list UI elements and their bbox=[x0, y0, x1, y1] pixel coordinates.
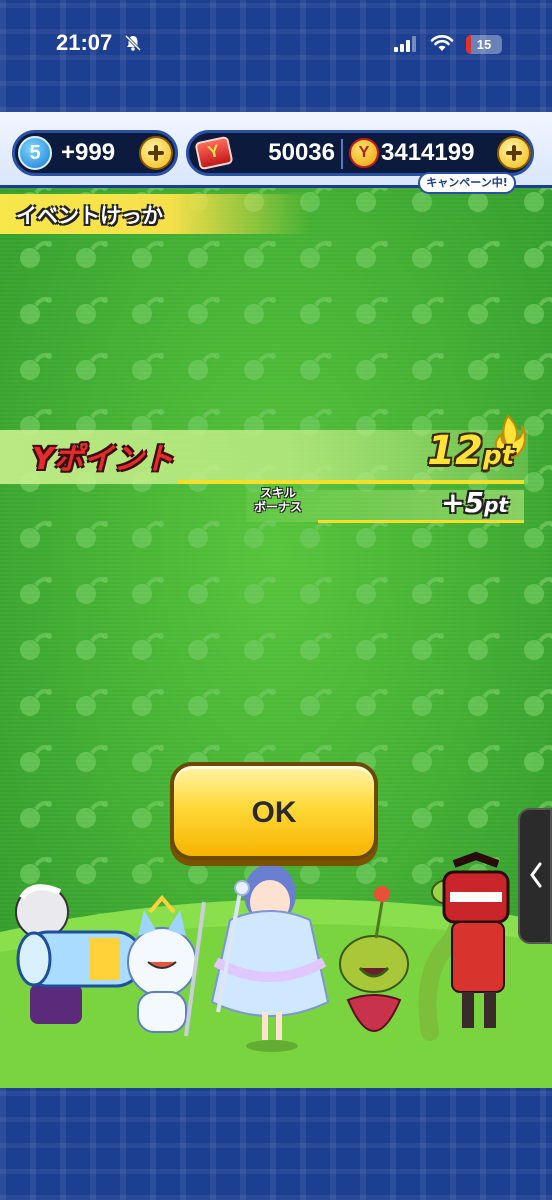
bell-slash-icon bbox=[124, 34, 142, 52]
red-mask-yokai bbox=[442, 851, 510, 1028]
ticket-icon: Y bbox=[194, 135, 234, 171]
status-bar: 21:07 15 bbox=[0, 0, 552, 90]
currency-display: Y 50036 Y 3414199 bbox=[186, 130, 534, 176]
ok-button-label: OK bbox=[251, 796, 297, 829]
status-time: 21:07 bbox=[56, 30, 113, 55]
ypoint-underline bbox=[178, 480, 524, 484]
ypoint-value: 12pt bbox=[427, 428, 514, 474]
stamina-value: +999 bbox=[61, 139, 116, 166]
ok-button[interactable]: OK bbox=[170, 762, 378, 860]
battery-icon: 15 bbox=[466, 35, 502, 54]
add-money-button[interactable] bbox=[497, 136, 531, 170]
skill-bonus-value: +5pt bbox=[441, 486, 508, 519]
bottom-frame bbox=[0, 1088, 552, 1200]
skill-bonus-label-line2: ボーナス bbox=[253, 500, 302, 514]
money-icon-letter: Y bbox=[358, 144, 370, 161]
side-drawer-handle[interactable] bbox=[518, 808, 552, 944]
ticket-value: 50036 bbox=[268, 139, 335, 166]
game-screen: 5 +999 Y 50036 Y 3414199 キャンペーン中! イベントけっ… bbox=[0, 112, 552, 1088]
money-icon: Y bbox=[349, 138, 379, 168]
plant-yokai bbox=[339, 886, 409, 1032]
event-result-header: イベントけっか bbox=[0, 194, 310, 234]
stamina-level-badge: 5 bbox=[18, 136, 52, 170]
cannon-yokai bbox=[15, 884, 144, 1024]
cellular-signal-icon bbox=[394, 36, 416, 52]
skill-bonus-number: +5 bbox=[441, 486, 485, 519]
skill-bonus-unit: pt bbox=[484, 493, 508, 517]
yokai-characters-illustration bbox=[15, 851, 510, 1041]
skill-bonus-label: スキル ボーナス bbox=[246, 486, 310, 514]
stamina-display: 5 +999 bbox=[12, 130, 178, 176]
money-value: 3414199 bbox=[381, 139, 475, 166]
ticket-icon-letter: Y bbox=[206, 141, 222, 163]
princess-yokai bbox=[210, 864, 330, 1040]
white-cat-yokai bbox=[127, 894, 206, 1037]
ypoint-label: Yポイント bbox=[32, 442, 174, 477]
skill-bonus-underline bbox=[318, 520, 524, 523]
skill-bonus-label-line1: スキル bbox=[259, 486, 296, 500]
currency-divider bbox=[341, 139, 343, 169]
ypoint-number: 12 bbox=[427, 428, 483, 474]
resource-bar: 5 +999 Y 50036 Y 3414199 キャンペーン中! bbox=[0, 112, 552, 194]
battery-level: 15 bbox=[476, 37, 492, 52]
campaign-badge[interactable]: キャンペーン中! bbox=[418, 172, 516, 194]
ypoint-unit: pt bbox=[482, 441, 514, 471]
wifi-icon bbox=[430, 35, 454, 51]
chevron-left-icon bbox=[530, 862, 542, 888]
event-result-title: イベントけっか bbox=[16, 204, 163, 228]
add-stamina-button[interactable] bbox=[139, 136, 173, 170]
